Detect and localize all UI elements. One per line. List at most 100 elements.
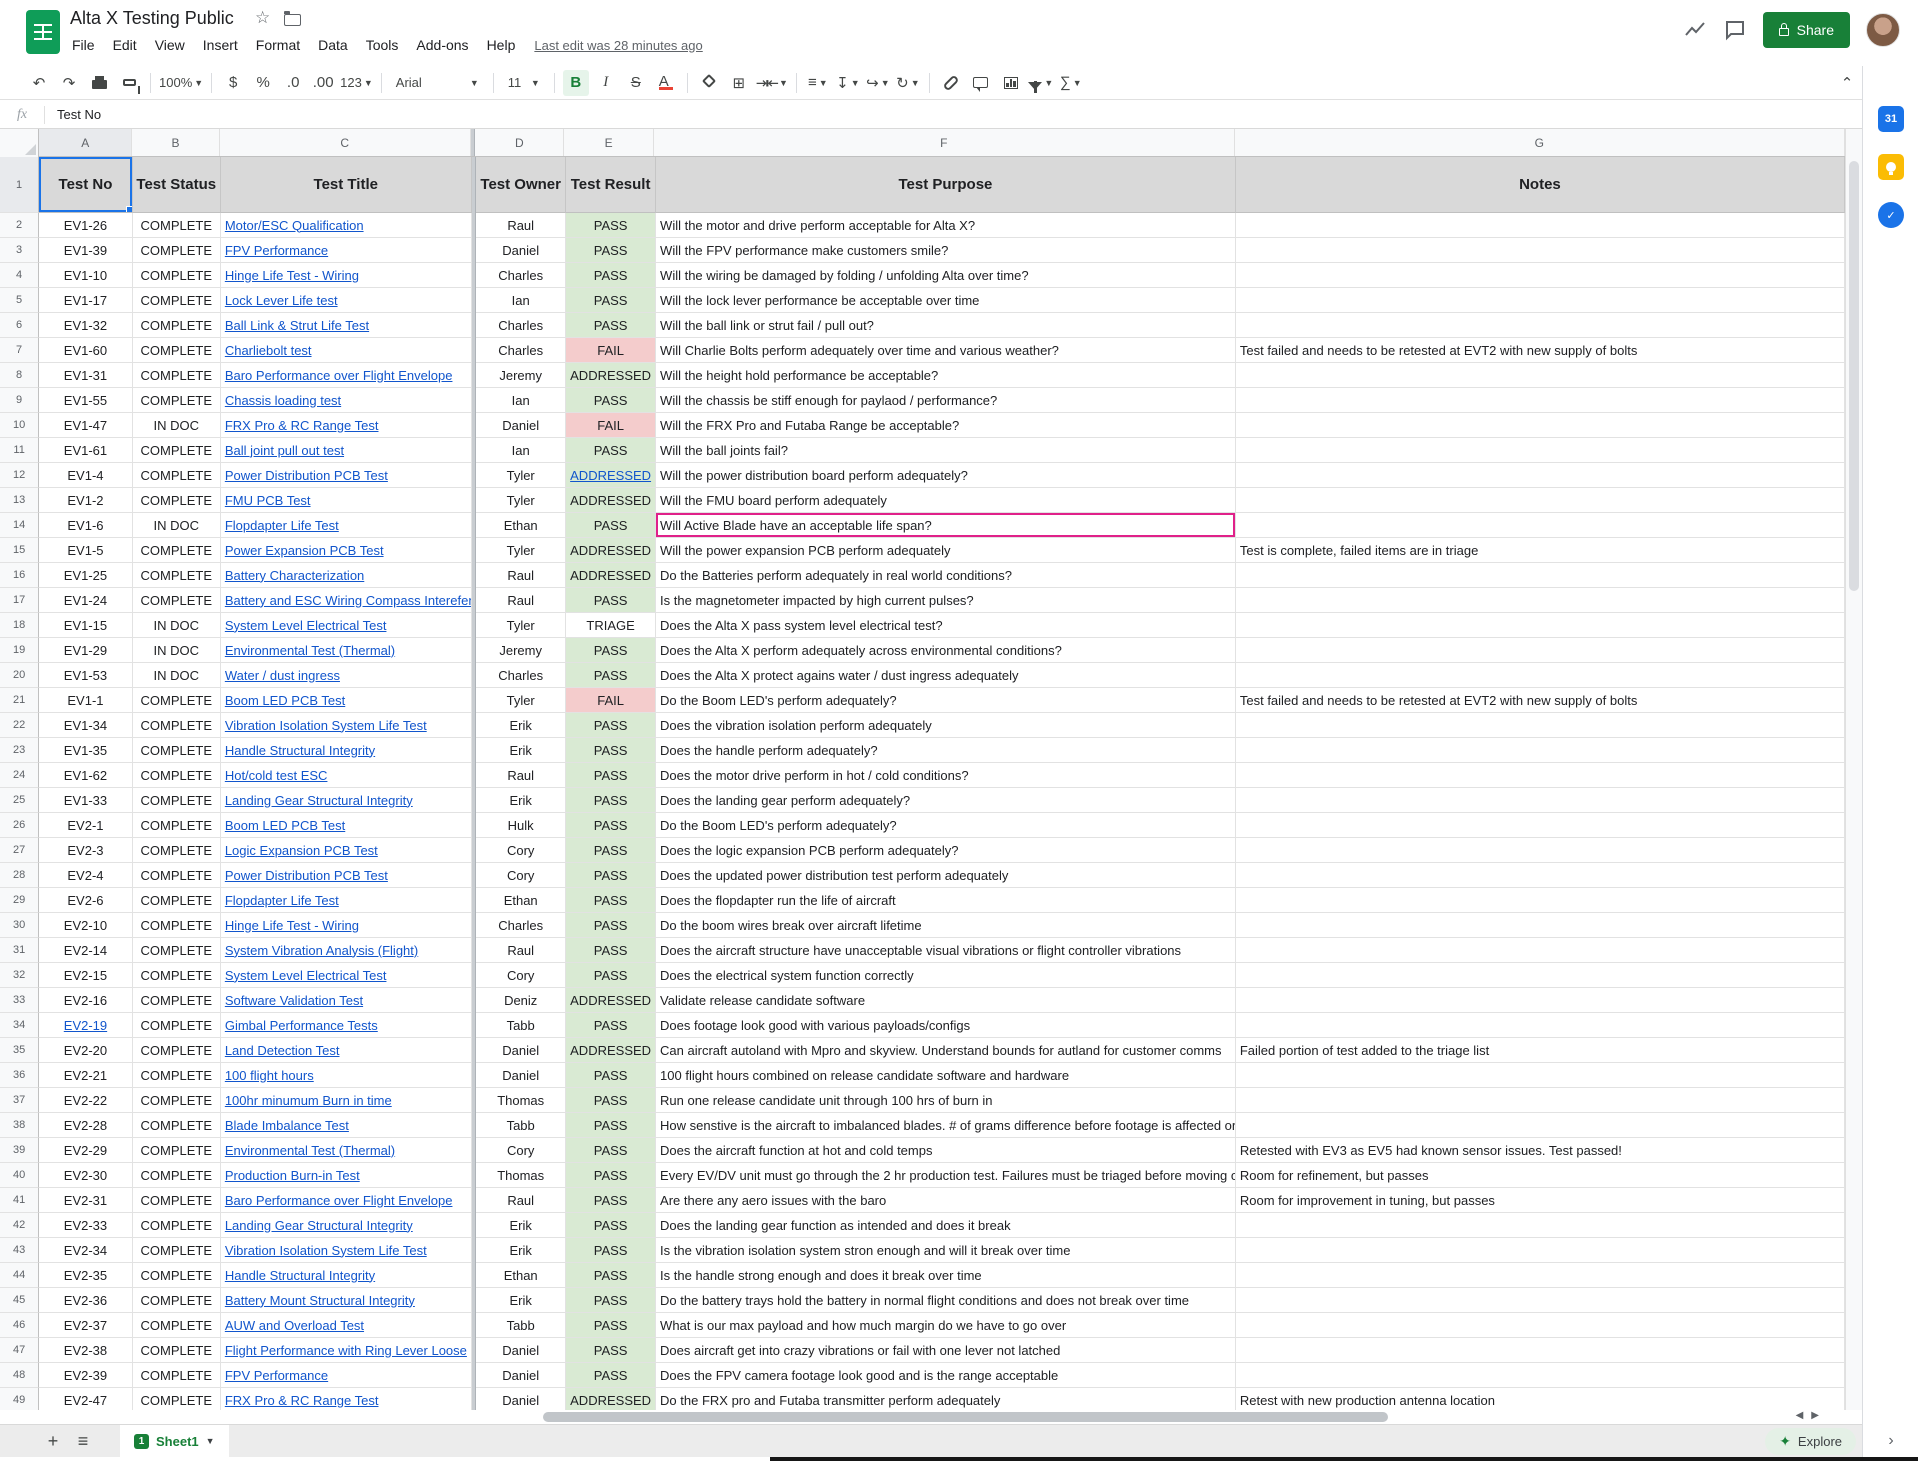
all-sheets-button[interactable]: ≡ [68,1426,98,1456]
cell-test-status[interactable]: COMPLETE [133,738,221,763]
cell-test-owner[interactable]: Tyler [476,688,566,713]
test-title-link[interactable]: Landing Gear Structural Integrity [225,793,413,808]
cell-test-no[interactable]: EV2-22 [39,1088,132,1113]
sheets-logo-icon[interactable] [26,10,60,54]
test-title-link[interactable]: System Level Electrical Test [225,968,387,983]
cell-test-purpose[interactable]: Will the motor and drive perform accepta… [656,213,1236,238]
column-header-D[interactable]: D [475,129,564,156]
cell-test-purpose[interactable]: Does the Alta X protect agains water / d… [656,663,1236,688]
row-number[interactable]: 15 [0,538,39,563]
test-title-link[interactable]: Battery Characterization [225,568,364,583]
functions-button[interactable]: ∑▼ [1058,70,1084,96]
cell-test-owner[interactable]: Erik [476,1213,566,1238]
cell-test-status[interactable]: COMPLETE [133,488,221,513]
cell-notes[interactable] [1236,513,1845,538]
cell-test-title[interactable]: Power Distribution PCB Test [221,463,472,488]
test-title-link[interactable]: System Vibration Analysis (Flight) [225,943,418,958]
row-number[interactable]: 19 [0,638,39,663]
text-color-button[interactable]: A [653,70,679,96]
cell-notes[interactable] [1236,888,1845,913]
cell-test-title[interactable]: FRX Pro & RC Range Test [221,413,472,438]
row-number[interactable]: 47 [0,1338,39,1363]
cell-test-status[interactable]: IN DOC [133,413,221,438]
cell-test-result[interactable]: ADDRESSED [566,1388,656,1410]
cell-test-owner[interactable]: Daniel [476,413,566,438]
test-title-link[interactable]: FPV Performance [225,243,328,258]
cell-test-status[interactable]: COMPLETE [133,863,221,888]
cell-test-result[interactable]: ADDRESSED [566,488,656,513]
cell-notes[interactable] [1236,638,1845,663]
cell-test-status[interactable]: COMPLETE [133,988,221,1013]
header-cell-test-purpose[interactable]: Test Purpose [656,157,1236,213]
test-title-link[interactable]: Power Distribution PCB Test [225,868,388,883]
cell-test-status[interactable]: COMPLETE [133,1363,221,1388]
cell-notes[interactable]: Test is complete, failed items are in tr… [1236,538,1845,563]
cell-test-purpose[interactable]: Will Charlie Bolts perform adequately ov… [656,338,1236,363]
cell-test-purpose[interactable]: Does the updated power distribution test… [656,863,1236,888]
test-title-link[interactable]: Ball joint pull out test [225,443,344,458]
cell-test-no[interactable]: EV1-61 [39,438,132,463]
cell-test-result[interactable]: PASS [566,763,656,788]
insights-chart-icon[interactable] [1683,18,1707,42]
undo-button[interactable]: ↶ [26,70,52,96]
star-icon[interactable]: ☆ [255,8,270,28]
test-title-link[interactable]: Flopdapter Life Test [225,893,339,908]
row-number[interactable]: 27 [0,838,39,863]
cell-test-owner[interactable]: Raul [476,1188,566,1213]
test-title-link[interactable]: Hinge Life Test - Wiring [225,268,359,283]
horizontal-scroll-arrows[interactable]: ◀▶ [1796,1410,1827,1421]
cell-test-result[interactable]: PASS [566,963,656,988]
cell-test-result[interactable]: PASS [566,838,656,863]
cell-test-purpose[interactable]: Are there any aero issues with the baro [656,1188,1236,1213]
cell-test-purpose[interactable]: Is the vibration isolation system stron … [656,1238,1236,1263]
cell-test-owner[interactable]: Charles [476,663,566,688]
cell-test-purpose[interactable]: Will the FPV performance make customers … [656,238,1236,263]
cell-test-title[interactable]: FPV Performance [221,238,472,263]
cell-test-purpose[interactable]: Does the aircraft structure have unaccep… [656,938,1236,963]
test-title-link[interactable]: FMU PCB Test [225,493,311,508]
cell-test-status[interactable]: COMPLETE [133,1138,221,1163]
cell-test-status[interactable]: COMPLETE [133,763,221,788]
cell-test-status[interactable]: COMPLETE [133,1213,221,1238]
cell-test-result[interactable]: PASS [566,263,656,288]
cell-test-purpose[interactable]: Do the FRX pro and Futaba transmitter pe… [656,1388,1236,1410]
cell-test-purpose[interactable]: Do the Boom LED's perform adequately? [656,813,1236,838]
cell-test-owner[interactable]: Raul [476,588,566,613]
keep-icon[interactable] [1878,154,1904,180]
cell-test-result[interactable]: PASS [566,663,656,688]
cell-test-purpose[interactable]: Can aircraft autoland with Mpro and skyv… [656,1038,1236,1063]
cell-notes[interactable] [1236,1313,1845,1338]
cell-notes[interactable] [1236,913,1845,938]
cell-test-status[interactable]: COMPLETE [133,288,221,313]
row-number[interactable]: 21 [0,688,39,713]
row-number[interactable]: 30 [0,913,39,938]
cell-test-owner[interactable]: Cory [476,1138,566,1163]
cell-test-owner[interactable]: Jeremy [476,363,566,388]
cell-test-purpose[interactable]: 100 flight hours combined on release can… [656,1063,1236,1088]
calendar-icon[interactable]: 31 [1878,106,1904,132]
cell-test-result[interactable]: PASS [566,1363,656,1388]
row-number[interactable]: 8 [0,363,39,388]
cell-test-title[interactable]: Hinge Life Test - Wiring [221,263,472,288]
menu-insert[interactable]: Insert [194,33,247,57]
cell-test-status[interactable]: COMPLETE [133,1263,221,1288]
cell-notes[interactable] [1236,1063,1845,1088]
cell-test-result[interactable]: PASS [566,1163,656,1188]
cell-test-title[interactable]: Ball joint pull out test [221,438,472,463]
row-number[interactable]: 36 [0,1063,39,1088]
cell-test-no[interactable]: EV1-33 [39,788,132,813]
cell-notes[interactable] [1236,488,1845,513]
cell-test-title[interactable]: FMU PCB Test [221,488,472,513]
cell-notes[interactable] [1236,988,1845,1013]
cell-test-result[interactable]: PASS [566,1288,656,1313]
cell-test-result[interactable]: PASS [566,388,656,413]
row-number[interactable]: 17 [0,588,39,613]
cell-test-purpose[interactable]: Does the vibration isolation perform ade… [656,713,1236,738]
cell-test-title[interactable]: Vibration Isolation System Life Test [221,1238,472,1263]
cell-test-owner[interactable]: Raul [476,213,566,238]
row-number[interactable]: 7 [0,338,39,363]
cell-test-owner[interactable]: Tabb [476,1013,566,1038]
cell-test-title[interactable]: Production Burn-in Test [221,1163,472,1188]
cell-test-status[interactable]: COMPLETE [133,1088,221,1113]
test-title-link[interactable]: Environmental Test (Thermal) [225,1143,395,1158]
